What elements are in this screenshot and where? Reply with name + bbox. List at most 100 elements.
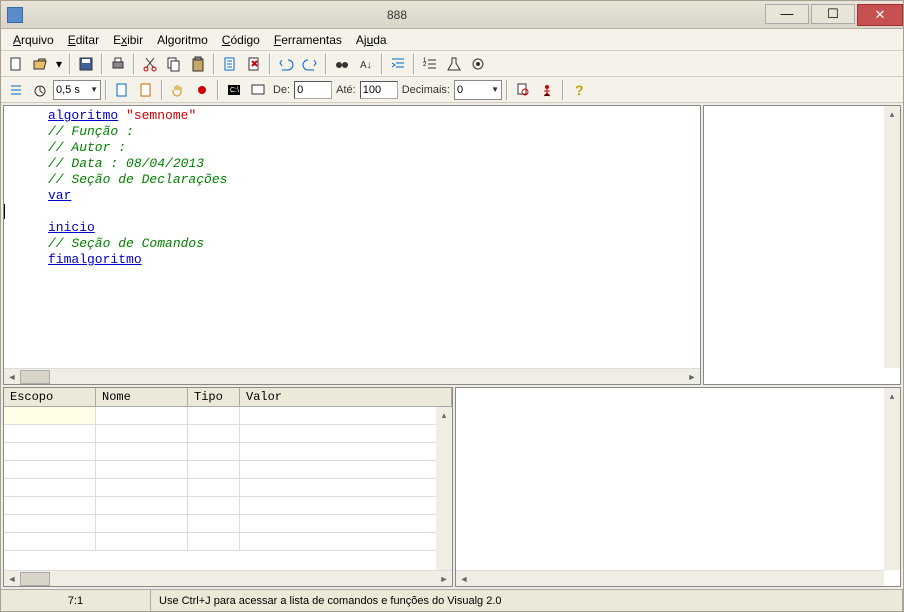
copy-icon: [166, 56, 182, 72]
output-panel: ▴ ◄: [455, 387, 901, 587]
cut-icon: [142, 56, 158, 72]
doc-icon: [114, 82, 130, 98]
console-icon: C:\: [226, 82, 242, 98]
save-icon: [78, 56, 94, 72]
help-button[interactable]: ?: [568, 79, 590, 101]
save-button[interactable]: [75, 53, 97, 75]
tool-a-button[interactable]: [219, 53, 241, 75]
svg-text:2: 2: [423, 62, 427, 68]
minimize-button[interactable]: —: [765, 4, 809, 24]
out-hscroll[interactable]: ◄: [456, 570, 884, 586]
binoculars-icon: [334, 56, 350, 72]
number-button[interactable]: 12: [419, 53, 441, 75]
grid-row[interactable]: [4, 407, 452, 425]
doc-icon: [138, 82, 154, 98]
side-vscroll[interactable]: ▴: [884, 106, 900, 368]
undo-icon: [278, 56, 294, 72]
timer-button[interactable]: [29, 79, 51, 101]
cut-button[interactable]: [139, 53, 161, 75]
replace-icon: A↓: [358, 56, 374, 72]
tool-b-button[interactable]: [243, 53, 265, 75]
undo-button[interactable]: [275, 53, 297, 75]
grid-row[interactable]: [4, 497, 452, 515]
gear-icon: [470, 56, 486, 72]
doc2-button[interactable]: [135, 79, 157, 101]
menu-ajuda[interactable]: Ajuda: [350, 31, 393, 49]
find-button[interactable]: [331, 53, 353, 75]
main-area: algoritmo "semnome" // Função : // Autor…: [1, 103, 903, 589]
grid-header: Escopo Nome Tipo Valor: [4, 388, 452, 407]
grid-row[interactable]: [4, 533, 452, 551]
menu-arquivo[interactable]: Arquivo: [7, 31, 60, 49]
redo-icon: [302, 56, 318, 72]
run-lines-button[interactable]: [5, 79, 27, 101]
indent-button[interactable]: [387, 53, 409, 75]
flask-button[interactable]: [443, 53, 465, 75]
flask-icon: [446, 56, 462, 72]
code-editor[interactable]: algoritmo "semnome" // Função : // Autor…: [3, 105, 701, 385]
titlebar: 888 — ☐ ✕: [1, 1, 903, 29]
grid-hscroll[interactable]: ◄►: [4, 570, 452, 586]
doc-icon: [222, 56, 238, 72]
grid-row[interactable]: [4, 443, 452, 461]
decimais-combo[interactable]: 0▼: [454, 80, 502, 100]
window-controls: — ☐ ✕: [765, 4, 903, 26]
screen-button[interactable]: [247, 79, 269, 101]
lines-icon: [8, 82, 24, 98]
separator: [269, 54, 271, 74]
decimais-label: Decimais:: [402, 84, 450, 96]
separator: [381, 54, 383, 74]
separator: [69, 54, 71, 74]
col-nome[interactable]: Nome: [96, 388, 188, 406]
de-input[interactable]: [294, 81, 332, 99]
replace-button[interactable]: A↓: [355, 53, 377, 75]
close-button[interactable]: ✕: [857, 4, 903, 26]
menu-algoritmo[interactable]: Algoritmo: [151, 31, 214, 49]
separator: [161, 80, 163, 100]
grid-vscroll[interactable]: ▴: [436, 407, 452, 570]
separator: [325, 54, 327, 74]
separator: [506, 80, 508, 100]
open-dropdown[interactable]: ▾: [53, 53, 65, 75]
paste-button[interactable]: [187, 53, 209, 75]
doc1-button[interactable]: [111, 79, 133, 101]
side-panel: ▴: [703, 105, 901, 385]
grid-row[interactable]: [4, 479, 452, 497]
exec-button[interactable]: [536, 79, 558, 101]
cursor-position: 7:1: [1, 590, 151, 611]
break-button[interactable]: [191, 79, 213, 101]
timer-combo[interactable]: 0,5 s▼: [53, 80, 101, 100]
ate-label: Até:: [336, 84, 356, 96]
open-button[interactable]: [29, 53, 51, 75]
menu-exibir[interactable]: Exibir: [107, 31, 149, 49]
grid-row[interactable]: [4, 461, 452, 479]
separator: [217, 80, 219, 100]
menu-codigo[interactable]: Código: [216, 31, 266, 49]
out-vscroll[interactable]: ▴: [884, 388, 900, 570]
grid-row[interactable]: [4, 425, 452, 443]
editor-hscroll[interactable]: ◄►: [4, 368, 700, 384]
console-button[interactable]: C:\: [223, 79, 245, 101]
code-content[interactable]: algoritmo "semnome" // Função : // Autor…: [4, 106, 700, 368]
hand-button[interactable]: [167, 79, 189, 101]
print-button[interactable]: [107, 53, 129, 75]
redo-button[interactable]: [299, 53, 321, 75]
menubar: Arquivo Editar Exibir Algoritmo Código F…: [1, 29, 903, 51]
ate-input[interactable]: [360, 81, 398, 99]
copy-button[interactable]: [163, 53, 185, 75]
separator: [133, 54, 135, 74]
toolbar-main: ▾ A↓ 12: [1, 51, 903, 77]
col-valor[interactable]: Valor: [240, 388, 452, 406]
menu-editar[interactable]: Editar: [62, 31, 105, 49]
separator: [213, 54, 215, 74]
grid-body: ▴: [4, 407, 452, 570]
menu-ferramentas[interactable]: Ferramentas: [268, 31, 348, 49]
help-icon: ?: [571, 82, 587, 98]
col-tipo[interactable]: Tipo: [188, 388, 240, 406]
grid-row[interactable]: [4, 515, 452, 533]
settings-button[interactable]: [467, 53, 489, 75]
user-button[interactable]: [512, 79, 534, 101]
new-button[interactable]: [5, 53, 27, 75]
col-escopo[interactable]: Escopo: [4, 388, 96, 406]
maximize-button[interactable]: ☐: [811, 4, 855, 24]
